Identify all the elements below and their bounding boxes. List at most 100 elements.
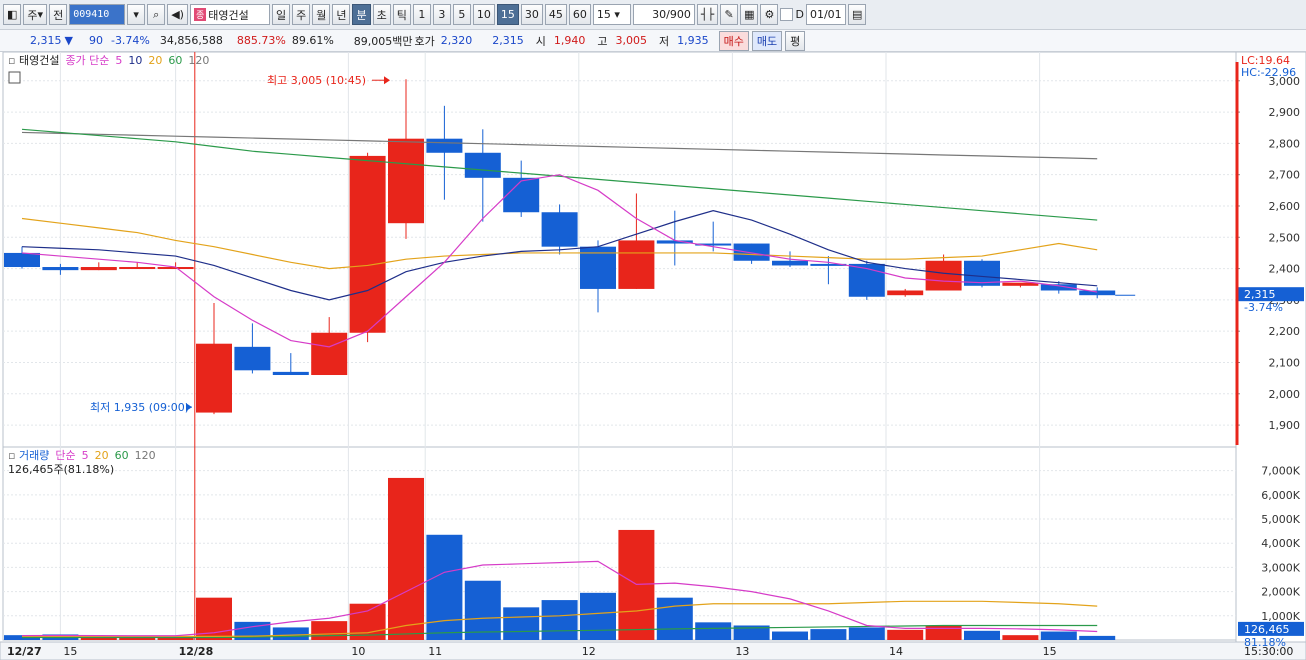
- date-value: 01/01: [809, 8, 842, 21]
- interval-5-label: 5: [458, 8, 466, 21]
- volume-tick-label: 6,000K: [1261, 489, 1300, 502]
- quote-bar: 2,315 ▼ 90 -3.74% 34,856,588 885.73% 89.…: [0, 30, 1306, 52]
- draw-tool-button[interactable]: ✎: [720, 4, 739, 25]
- change-arrow: ▼: [64, 34, 73, 47]
- last-volume-pct: 81.18%: [1244, 636, 1286, 649]
- date-input[interactable]: 01/01: [805, 4, 846, 25]
- x-tick-label: 11: [428, 645, 442, 658]
- volume-bar: [810, 629, 847, 640]
- period-minute[interactable]: 분: [352, 4, 371, 25]
- interval-30[interactable]: 30: [520, 4, 543, 25]
- code-dropdown-button[interactable]: ▾: [127, 4, 146, 25]
- last-change-label: -3.74%: [1244, 301, 1283, 314]
- chart-canvas[interactable]: 1,9002,0002,1002,2002,3002,4002,5002,600…: [0, 52, 1306, 660]
- search-button[interactable]: ⌕: [147, 4, 166, 25]
- price-legend-title: 태영건설: [19, 54, 59, 67]
- volume-bar: [1079, 635, 1116, 640]
- candle-body: [618, 240, 655, 289]
- grid-button[interactable]: ▦: [740, 4, 759, 25]
- low-label: 저: [659, 34, 670, 48]
- candle-icon: ┤├: [700, 8, 715, 21]
- x-tick-label: 15: [1043, 645, 1057, 658]
- calendar-button[interactable]: ▤: [847, 4, 867, 25]
- interval-15[interactable]: 15: [496, 4, 519, 25]
- low-annotation: 최저 1,935 (09:00): [90, 401, 189, 414]
- period-month[interactable]: 월: [312, 4, 331, 25]
- interval-60-label: 60: [572, 8, 587, 21]
- settings-button[interactable]: ⚙: [760, 4, 779, 25]
- high-annotation: 최고 3,005 (10:45): [267, 74, 366, 87]
- x-tick-label: 15: [63, 645, 77, 658]
- price-tick-label: 2,600: [1269, 200, 1301, 213]
- sound-button[interactable]: ◀): [167, 4, 188, 25]
- candle-style-button[interactable]: ┤├: [696, 4, 719, 25]
- interval-1[interactable]: 1: [412, 4, 431, 25]
- interval-60[interactable]: 60: [568, 4, 591, 25]
- period-second[interactable]: 초: [372, 4, 391, 25]
- price-tick-label: 2,500: [1269, 231, 1301, 244]
- candle-body: [42, 267, 79, 271]
- date-checkbox[interactable]: [780, 8, 794, 21]
- search-icon: ⌕: [153, 7, 160, 21]
- grid-icon: ▦: [744, 8, 755, 21]
- volume-tick-label: 4,000K: [1261, 537, 1300, 550]
- price-tick-label: 2,200: [1269, 325, 1301, 338]
- buy-button[interactable]: 매수: [718, 30, 749, 51]
- period-day[interactable]: 일: [271, 4, 291, 25]
- legend-marker: ▫: [8, 449, 19, 462]
- stock-name-value: 태영건설: [208, 8, 249, 22]
- candle-body: [733, 243, 770, 261]
- interval-3-label: 3: [438, 8, 446, 21]
- candle-body: [1079, 290, 1116, 296]
- volume-info: 126,465주(81.18%): [8, 463, 114, 476]
- prev-button[interactable]: 전: [49, 4, 68, 25]
- volume-legend-ma-20: 20: [95, 449, 109, 462]
- change-amount: 90: [88, 34, 103, 47]
- period-year[interactable]: 년: [332, 4, 351, 25]
- period-second-label: 초: [376, 8, 387, 22]
- volume-tick-label: 7,000K: [1261, 465, 1300, 478]
- interval-45[interactable]: 45: [544, 4, 567, 25]
- candle-body: [196, 343, 232, 413]
- volume-tick-label: 3,000K: [1261, 561, 1300, 574]
- price-tick-label: 2,400: [1269, 263, 1301, 276]
- interval-5[interactable]: 5: [452, 4, 471, 25]
- candle-body: [311, 332, 348, 376]
- candle-body: [541, 212, 578, 247]
- count-input[interactable]: 30/900: [632, 4, 695, 25]
- volume-ratio: 885.73%: [236, 34, 286, 47]
- stock-code-input[interactable]: 009410: [69, 4, 126, 25]
- chart-type-icon[interactable]: ◧: [3, 4, 22, 25]
- interval-10[interactable]: 10: [472, 4, 495, 25]
- candle-body: [388, 138, 424, 224]
- volume-bar: [1040, 631, 1077, 640]
- date-checkbox-label: D: [795, 8, 804, 21]
- x-tick-label: 12: [582, 645, 596, 658]
- volume-legend-label: 단순: [55, 449, 75, 462]
- volume-bar: [311, 621, 348, 640]
- interval-3[interactable]: 3: [432, 4, 451, 25]
- volume-bar: [541, 600, 578, 640]
- ask-label: 호가: [414, 34, 435, 48]
- interval-30-label: 30: [524, 8, 539, 21]
- average-button[interactable]: 평: [785, 30, 806, 51]
- price-legend-ma-120: 120: [188, 54, 209, 67]
- volume-bar: [1002, 635, 1039, 640]
- price-legend-ma-60: 60: [168, 54, 182, 67]
- volume-tick-label: 1,000K: [1261, 610, 1300, 623]
- volume-bar: [772, 631, 808, 640]
- interval-select[interactable]: 15 ▾: [592, 4, 631, 25]
- period-tick[interactable]: 틱: [392, 4, 411, 25]
- period-week[interactable]: 주: [292, 4, 311, 25]
- sell-button[interactable]: 매도: [751, 30, 783, 51]
- candle-body: [464, 152, 501, 178]
- stock-name-field[interactable]: 종 태영건설: [189, 4, 270, 25]
- candle-body: [272, 371, 309, 376]
- volume-bar: [848, 627, 885, 640]
- x-tick-label: 12/27: [7, 645, 42, 658]
- period-day-label: 일: [275, 8, 287, 22]
- market-type-select[interactable]: 주 ▾: [23, 4, 48, 25]
- candle-body: [503, 177, 540, 213]
- candle-body: [234, 346, 271, 371]
- ask-price: 2,320: [440, 34, 473, 47]
